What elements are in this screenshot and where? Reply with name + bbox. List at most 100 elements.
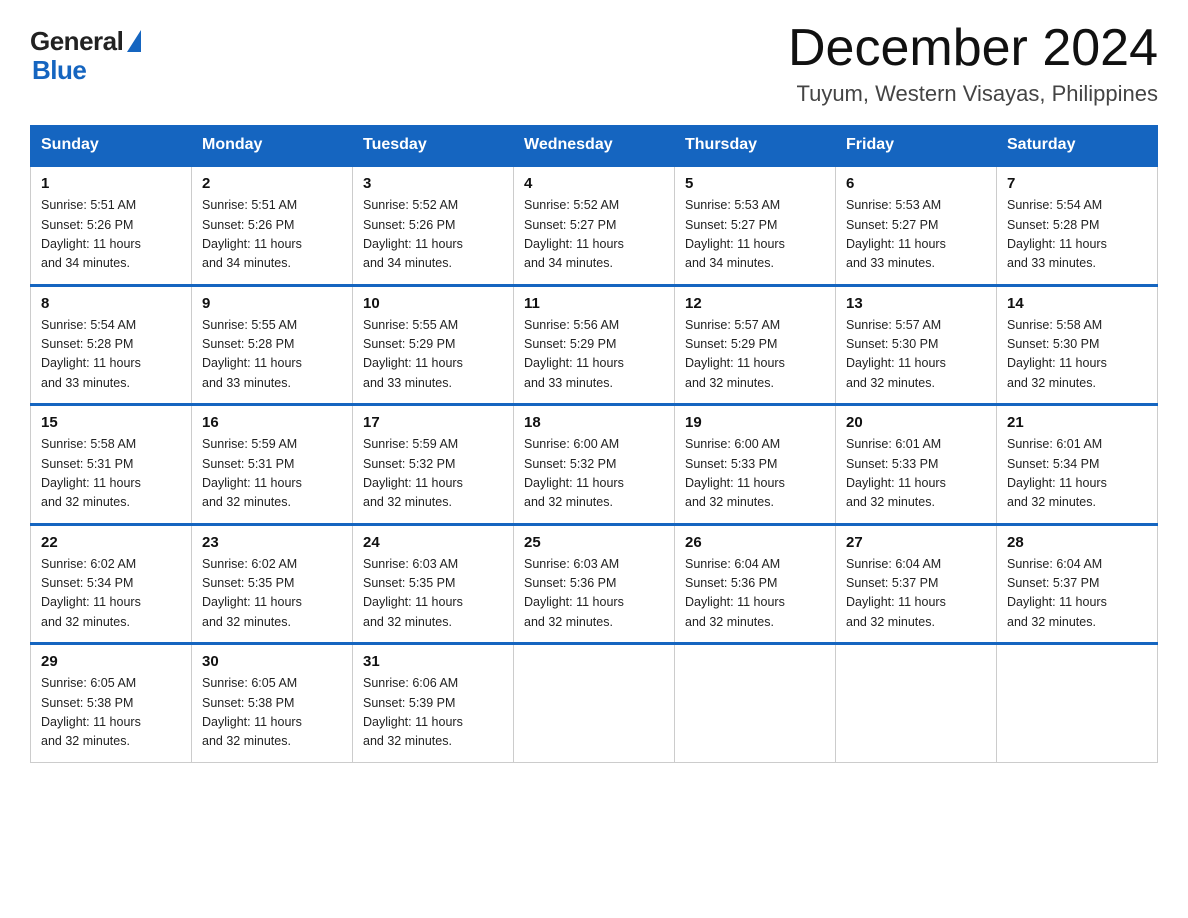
calendar-table: SundayMondayTuesdayWednesdayThursdayFrid… xyxy=(30,125,1158,763)
calendar-day-cell: 16 Sunrise: 5:59 AMSunset: 5:31 PMDaylig… xyxy=(192,405,353,525)
calendar-header-row: SundayMondayTuesdayWednesdayThursdayFrid… xyxy=(31,126,1158,166)
header-cell-thursday: Thursday xyxy=(675,126,836,166)
day-number: 28 xyxy=(1007,534,1147,551)
day-info: Sunrise: 6:04 AMSunset: 5:37 PMDaylight:… xyxy=(846,557,946,629)
day-info: Sunrise: 6:02 AMSunset: 5:35 PMDaylight:… xyxy=(202,557,302,629)
calendar-day-cell: 21 Sunrise: 6:01 AMSunset: 5:34 PMDaylig… xyxy=(997,405,1158,525)
calendar-week-row: 8 Sunrise: 5:54 AMSunset: 5:28 PMDayligh… xyxy=(31,285,1158,405)
calendar-day-cell: 31 Sunrise: 6:06 AMSunset: 5:39 PMDaylig… xyxy=(353,644,514,763)
day-info: Sunrise: 6:05 AMSunset: 5:38 PMDaylight:… xyxy=(202,676,302,748)
calendar-day-cell: 5 Sunrise: 5:53 AMSunset: 5:27 PMDayligh… xyxy=(675,166,836,286)
calendar-day-cell: 29 Sunrise: 6:05 AMSunset: 5:38 PMDaylig… xyxy=(31,644,192,763)
day-info: Sunrise: 6:01 AMSunset: 5:34 PMDaylight:… xyxy=(1007,437,1107,509)
logo-general-text: General xyxy=(30,26,123,57)
day-info: Sunrise: 6:00 AMSunset: 5:32 PMDaylight:… xyxy=(524,437,624,509)
day-info: Sunrise: 5:57 AMSunset: 5:30 PMDaylight:… xyxy=(846,318,946,390)
day-number: 19 xyxy=(685,414,825,431)
day-info: Sunrise: 5:53 AMSunset: 5:27 PMDaylight:… xyxy=(685,198,785,270)
calendar-week-row: 1 Sunrise: 5:51 AMSunset: 5:26 PMDayligh… xyxy=(31,166,1158,286)
calendar-day-cell: 7 Sunrise: 5:54 AMSunset: 5:28 PMDayligh… xyxy=(997,166,1158,286)
calendar-day-cell: 26 Sunrise: 6:04 AMSunset: 5:36 PMDaylig… xyxy=(675,524,836,644)
day-number: 23 xyxy=(202,534,342,551)
header-cell-saturday: Saturday xyxy=(997,126,1158,166)
calendar-day-cell: 12 Sunrise: 5:57 AMSunset: 5:29 PMDaylig… xyxy=(675,285,836,405)
day-number: 22 xyxy=(41,534,181,551)
day-info: Sunrise: 5:52 AMSunset: 5:27 PMDaylight:… xyxy=(524,198,624,270)
day-number: 11 xyxy=(524,295,664,312)
day-info: Sunrise: 5:57 AMSunset: 5:29 PMDaylight:… xyxy=(685,318,785,390)
day-number: 6 xyxy=(846,175,986,192)
calendar-day-cell: 22 Sunrise: 6:02 AMSunset: 5:34 PMDaylig… xyxy=(31,524,192,644)
day-info: Sunrise: 6:04 AMSunset: 5:36 PMDaylight:… xyxy=(685,557,785,629)
day-info: Sunrise: 5:51 AMSunset: 5:26 PMDaylight:… xyxy=(202,198,302,270)
calendar-day-cell xyxy=(675,644,836,763)
day-number: 27 xyxy=(846,534,986,551)
day-info: Sunrise: 5:56 AMSunset: 5:29 PMDaylight:… xyxy=(524,318,624,390)
day-number: 17 xyxy=(363,414,503,431)
day-info: Sunrise: 5:58 AMSunset: 5:31 PMDaylight:… xyxy=(41,437,141,509)
day-info: Sunrise: 6:05 AMSunset: 5:38 PMDaylight:… xyxy=(41,676,141,748)
logo-blue-text: Blue xyxy=(30,55,86,86)
calendar-day-cell: 27 Sunrise: 6:04 AMSunset: 5:37 PMDaylig… xyxy=(836,524,997,644)
calendar-day-cell: 20 Sunrise: 6:01 AMSunset: 5:33 PMDaylig… xyxy=(836,405,997,525)
day-number: 18 xyxy=(524,414,664,431)
calendar-day-cell: 1 Sunrise: 5:51 AMSunset: 5:26 PMDayligh… xyxy=(31,166,192,286)
day-info: Sunrise: 5:51 AMSunset: 5:26 PMDaylight:… xyxy=(41,198,141,270)
day-number: 21 xyxy=(1007,414,1147,431)
calendar-body: 1 Sunrise: 5:51 AMSunset: 5:26 PMDayligh… xyxy=(31,166,1158,763)
day-number: 2 xyxy=(202,175,342,192)
calendar-day-cell xyxy=(997,644,1158,763)
day-info: Sunrise: 5:55 AMSunset: 5:29 PMDaylight:… xyxy=(363,318,463,390)
calendar-day-cell: 14 Sunrise: 5:58 AMSunset: 5:30 PMDaylig… xyxy=(997,285,1158,405)
day-info: Sunrise: 6:02 AMSunset: 5:34 PMDaylight:… xyxy=(41,557,141,629)
day-info: Sunrise: 5:58 AMSunset: 5:30 PMDaylight:… xyxy=(1007,318,1107,390)
day-number: 20 xyxy=(846,414,986,431)
day-number: 10 xyxy=(363,295,503,312)
day-number: 26 xyxy=(685,534,825,551)
location: Tuyum, Western Visayas, Philippines xyxy=(788,81,1158,107)
header-cell-monday: Monday xyxy=(192,126,353,166)
calendar-day-cell: 6 Sunrise: 5:53 AMSunset: 5:27 PMDayligh… xyxy=(836,166,997,286)
calendar-day-cell: 13 Sunrise: 5:57 AMSunset: 5:30 PMDaylig… xyxy=(836,285,997,405)
header-cell-friday: Friday xyxy=(836,126,997,166)
calendar-day-cell: 15 Sunrise: 5:58 AMSunset: 5:31 PMDaylig… xyxy=(31,405,192,525)
calendar-week-row: 15 Sunrise: 5:58 AMSunset: 5:31 PMDaylig… xyxy=(31,405,1158,525)
day-number: 9 xyxy=(202,295,342,312)
day-info: Sunrise: 5:54 AMSunset: 5:28 PMDaylight:… xyxy=(41,318,141,390)
calendar-day-cell: 24 Sunrise: 6:03 AMSunset: 5:35 PMDaylig… xyxy=(353,524,514,644)
calendar-day-cell: 3 Sunrise: 5:52 AMSunset: 5:26 PMDayligh… xyxy=(353,166,514,286)
calendar-day-cell: 30 Sunrise: 6:05 AMSunset: 5:38 PMDaylig… xyxy=(192,644,353,763)
day-number: 7 xyxy=(1007,175,1147,192)
calendar-day-cell xyxy=(836,644,997,763)
day-number: 3 xyxy=(363,175,503,192)
day-info: Sunrise: 5:59 AMSunset: 5:32 PMDaylight:… xyxy=(363,437,463,509)
day-number: 14 xyxy=(1007,295,1147,312)
day-number: 8 xyxy=(41,295,181,312)
day-number: 31 xyxy=(363,653,503,670)
calendar-day-cell: 10 Sunrise: 5:55 AMSunset: 5:29 PMDaylig… xyxy=(353,285,514,405)
day-number: 16 xyxy=(202,414,342,431)
calendar-day-cell: 28 Sunrise: 6:04 AMSunset: 5:37 PMDaylig… xyxy=(997,524,1158,644)
day-info: Sunrise: 6:03 AMSunset: 5:36 PMDaylight:… xyxy=(524,557,624,629)
month-title: December 2024 xyxy=(788,20,1158,77)
day-info: Sunrise: 6:00 AMSunset: 5:33 PMDaylight:… xyxy=(685,437,785,509)
calendar-day-cell: 25 Sunrise: 6:03 AMSunset: 5:36 PMDaylig… xyxy=(514,524,675,644)
calendar-day-cell: 23 Sunrise: 6:02 AMSunset: 5:35 PMDaylig… xyxy=(192,524,353,644)
calendar-day-cell: 17 Sunrise: 5:59 AMSunset: 5:32 PMDaylig… xyxy=(353,405,514,525)
day-number: 25 xyxy=(524,534,664,551)
day-number: 29 xyxy=(41,653,181,670)
day-info: Sunrise: 5:52 AMSunset: 5:26 PMDaylight:… xyxy=(363,198,463,270)
day-info: Sunrise: 5:54 AMSunset: 5:28 PMDaylight:… xyxy=(1007,198,1107,270)
header-cell-tuesday: Tuesday xyxy=(353,126,514,166)
calendar-day-cell: 4 Sunrise: 5:52 AMSunset: 5:27 PMDayligh… xyxy=(514,166,675,286)
day-number: 5 xyxy=(685,175,825,192)
title-area: December 2024 Tuyum, Western Visayas, Ph… xyxy=(788,20,1158,107)
day-info: Sunrise: 6:04 AMSunset: 5:37 PMDaylight:… xyxy=(1007,557,1107,629)
day-number: 12 xyxy=(685,295,825,312)
calendar-week-row: 22 Sunrise: 6:02 AMSunset: 5:34 PMDaylig… xyxy=(31,524,1158,644)
header-cell-wednesday: Wednesday xyxy=(514,126,675,166)
day-info: Sunrise: 5:55 AMSunset: 5:28 PMDaylight:… xyxy=(202,318,302,390)
day-info: Sunrise: 6:06 AMSunset: 5:39 PMDaylight:… xyxy=(363,676,463,748)
logo: General Blue xyxy=(30,20,141,86)
day-info: Sunrise: 6:03 AMSunset: 5:35 PMDaylight:… xyxy=(363,557,463,629)
